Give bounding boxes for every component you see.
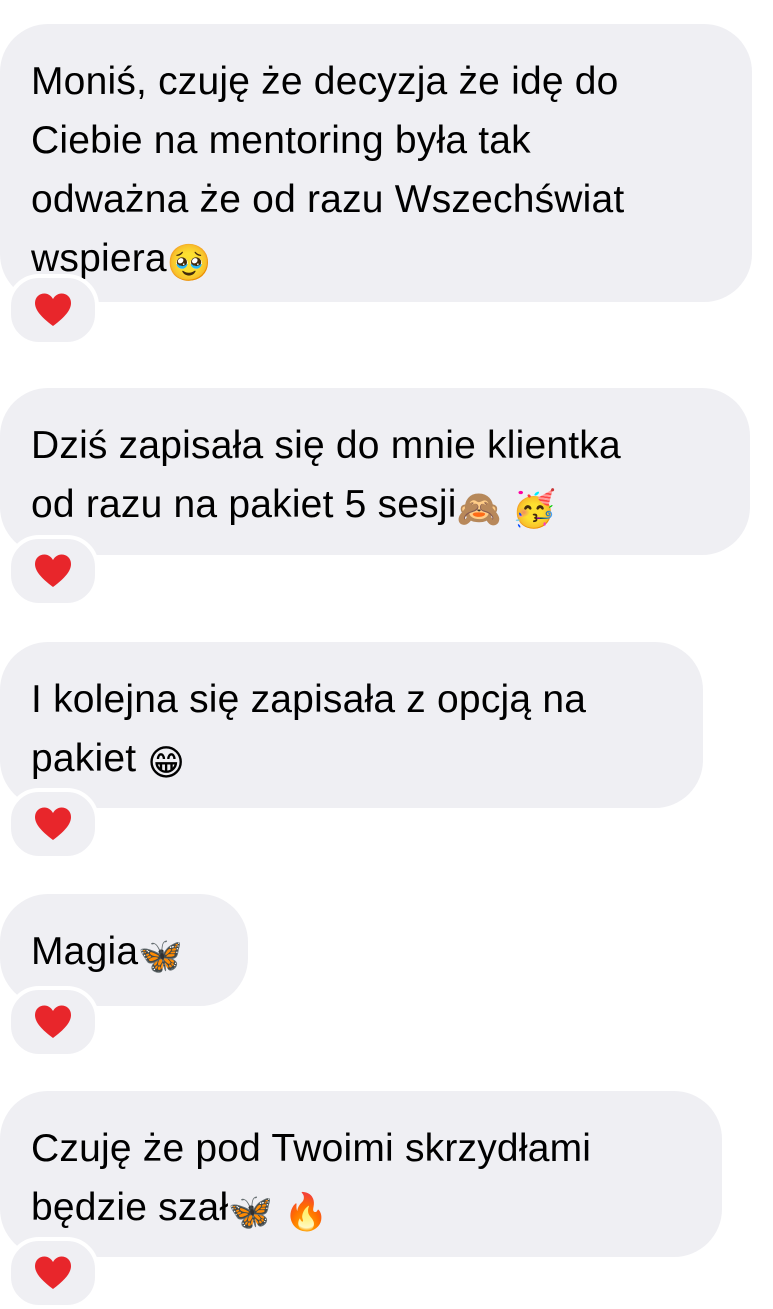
message-line: I kolejna się zapisała z opcją na bbox=[31, 678, 587, 721]
heart-reaction[interactable] bbox=[7, 986, 99, 1058]
grinning-face-icon: 😁 bbox=[147, 742, 186, 783]
message-line: Ciebie na mentoring była tak bbox=[31, 119, 531, 162]
message-bubble[interactable]: Moniś, czuję że decyzja że idę do Ciebie… bbox=[0, 24, 752, 302]
message-line: wspiera🥹 bbox=[31, 229, 722, 288]
pleading-face-icon: 🥹 bbox=[166, 242, 212, 283]
message-line-text: Magia bbox=[31, 930, 139, 973]
message-bubble[interactable]: I kolejna się zapisała z opcją na pakiet… bbox=[0, 642, 703, 808]
butterfly-and-fire-icon: 🦋 🔥 bbox=[228, 1191, 329, 1232]
message-line: pakiet 😁 bbox=[31, 729, 673, 788]
message-line: odważna że od razu Wszechświat bbox=[31, 178, 625, 221]
heart-icon bbox=[35, 807, 71, 840]
butterfly-icon: 🦋 bbox=[138, 935, 184, 976]
message-line: Dziś zapisała się do mnie klientka bbox=[31, 424, 621, 467]
message-thread: Moniś, czuję że decyzja że idę do Ciebie… bbox=[0, 0, 773, 1309]
heart-reaction[interactable] bbox=[7, 788, 99, 860]
heart-icon bbox=[35, 1005, 71, 1038]
message-line-text: będzie szał bbox=[31, 1186, 229, 1229]
heart-reaction[interactable] bbox=[7, 274, 99, 346]
message-line: Magia🦋 bbox=[31, 922, 218, 981]
message-line: Czuję że pod Twoimi skrzydłami bbox=[31, 1127, 592, 1170]
message-line: Moniś, czuję że decyzja że idę do bbox=[31, 60, 619, 103]
heart-icon bbox=[35, 554, 71, 587]
message-line-text: pakiet bbox=[31, 737, 148, 780]
message-line: od razu na pakiet 5 sesji🙈 🥳 bbox=[31, 475, 720, 534]
message-bubble[interactable]: Dziś zapisała się do mnie klientka od ra… bbox=[0, 388, 750, 555]
see-no-evil-monkey-and-partying-face-icon: 🙈 🥳 bbox=[456, 488, 557, 529]
heart-icon bbox=[35, 1256, 71, 1289]
heart-reaction[interactable] bbox=[7, 535, 99, 607]
message-bubble[interactable]: Czuję że pod Twoimi skrzydłami będzie sz… bbox=[0, 1091, 722, 1257]
heart-reaction[interactable] bbox=[7, 1237, 99, 1309]
message-line: będzie szał🦋 🔥 bbox=[31, 1178, 692, 1237]
message-line-text: od razu na pakiet 5 sesji bbox=[31, 483, 457, 526]
heart-icon bbox=[35, 293, 71, 326]
